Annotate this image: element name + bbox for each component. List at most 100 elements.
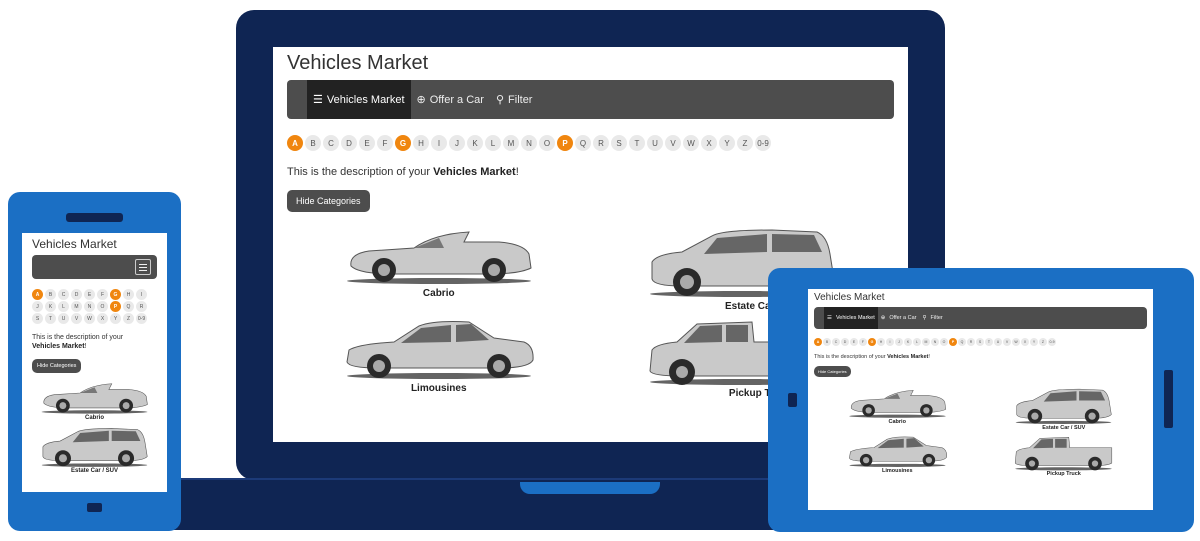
alphabet-letter[interactable]: I: [431, 135, 447, 151]
alphabet-letter[interactable]: U: [647, 135, 663, 151]
alphabet-letter[interactable]: S: [611, 135, 627, 151]
nav-filter[interactable]: ⚲ Filter: [919, 307, 945, 329]
alphabet-letter[interactable]: B: [305, 135, 321, 151]
nav-vehicles-market[interactable]: ☰ Vehicles Market: [824, 307, 878, 329]
alphabet-letter[interactable]: N: [84, 301, 95, 312]
hamburger-menu-icon[interactable]: [135, 259, 151, 275]
alphabet-letter[interactable]: A: [814, 338, 822, 346]
category-limousines[interactable]: Limousines: [287, 316, 591, 399]
category-estate[interactable]: Estate Car / SUV: [32, 425, 157, 474]
alphabet-letter[interactable]: H: [123, 289, 134, 300]
alphabet-letter[interactable]: B: [823, 338, 831, 346]
category-cabrio[interactable]: Cabrio: [287, 224, 591, 312]
alphabet-letter[interactable]: D: [341, 135, 357, 151]
alphabet-letter[interactable]: H: [413, 135, 429, 151]
alphabet-letter[interactable]: A: [287, 135, 303, 151]
alphabet-letter[interactable]: C: [323, 135, 339, 151]
alphabet-letter[interactable]: O: [97, 301, 108, 312]
alphabet-letter[interactable]: P: [110, 301, 121, 312]
hide-categories-button[interactable]: Hide Categories: [32, 359, 82, 374]
nav-offer-car[interactable]: ⊕ Offer a Car: [411, 80, 490, 119]
alphabet-letter[interactable]: C: [58, 289, 69, 300]
alphabet-letter[interactable]: L: [485, 135, 501, 151]
alphabet-letter[interactable]: K: [467, 135, 483, 151]
alphabet-letter[interactable]: 0-9: [755, 135, 771, 151]
alphabet-letter[interactable]: K: [904, 338, 912, 346]
category-pickup[interactable]: Pickup Truck: [981, 434, 1148, 477]
alphabet-letter[interactable]: U: [994, 338, 1002, 346]
alphabet-letter[interactable]: M: [503, 135, 519, 151]
alphabet-letter[interactable]: B: [45, 289, 56, 300]
alphabet-letter[interactable]: Y: [110, 313, 121, 324]
alphabet-letter[interactable]: R: [967, 338, 975, 346]
alphabet-letter[interactable]: G: [395, 135, 411, 151]
hide-categories-button[interactable]: Hide Categories: [287, 190, 370, 212]
alphabet-letter[interactable]: X: [97, 313, 108, 324]
alphabet-letter[interactable]: T: [45, 313, 56, 324]
alphabet-letter[interactable]: Q: [575, 135, 591, 151]
alphabet-letter[interactable]: Z: [737, 135, 753, 151]
alphabet-letter[interactable]: L: [58, 301, 69, 312]
alphabet-letter[interactable]: F: [859, 338, 867, 346]
alphabet-letter[interactable]: Q: [958, 338, 966, 346]
category-cabrio[interactable]: Cabrio: [32, 379, 157, 421]
alphabet-letter[interactable]: W: [683, 135, 699, 151]
alphabet-letter[interactable]: T: [629, 135, 645, 151]
alphabet-letter[interactable]: J: [449, 135, 465, 151]
alphabet-letter[interactable]: C: [832, 338, 840, 346]
alphabet-letter[interactable]: K: [45, 301, 56, 312]
alphabet-letter[interactable]: E: [850, 338, 858, 346]
alphabet-letter[interactable]: U: [58, 313, 69, 324]
alphabet-letter[interactable]: X: [701, 135, 717, 151]
alphabet-letter[interactable]: S: [32, 313, 43, 324]
alphabet-letter[interactable]: O: [539, 135, 555, 151]
alphabet-letter[interactable]: Q: [123, 301, 134, 312]
alphabet-letter[interactable]: Y: [1030, 338, 1038, 346]
alphabet-letter[interactable]: T: [985, 338, 993, 346]
category-cabrio[interactable]: Cabrio: [814, 386, 981, 431]
alphabet-letter[interactable]: F: [97, 289, 108, 300]
nav-vehicles-market[interactable]: ☰ Vehicles Market: [307, 80, 411, 119]
alphabet-letter[interactable]: E: [359, 135, 375, 151]
alphabet-letter[interactable]: J: [32, 301, 43, 312]
category-label: Limousines: [881, 468, 913, 474]
alphabet-letter[interactable]: Y: [719, 135, 735, 151]
nav-filter[interactable]: ⚲ Filter: [490, 80, 539, 119]
alphabet-letter[interactable]: 0-9: [1048, 338, 1056, 346]
alphabet-letter[interactable]: J: [895, 338, 903, 346]
alphabet-letter[interactable]: M: [922, 338, 930, 346]
alphabet-letter[interactable]: P: [949, 338, 957, 346]
nav-offer-car[interactable]: ⊕ Offer a Car: [878, 307, 920, 329]
alphabet-letter[interactable]: P: [557, 135, 573, 151]
alphabet-letter[interactable]: A: [32, 289, 43, 300]
alphabet-letter[interactable]: Z: [123, 313, 134, 324]
alphabet-letter[interactable]: D: [71, 289, 82, 300]
alphabet-letter[interactable]: M: [71, 301, 82, 312]
alphabet-letter[interactable]: H: [877, 338, 885, 346]
alphabet-letter[interactable]: N: [521, 135, 537, 151]
alphabet-letter[interactable]: D: [841, 338, 849, 346]
alphabet-letter[interactable]: Z: [1039, 338, 1047, 346]
alphabet-letter[interactable]: R: [593, 135, 609, 151]
alphabet-letter[interactable]: I: [886, 338, 894, 346]
alphabet-letter[interactable]: R: [136, 301, 147, 312]
alphabet-letter[interactable]: 0-9: [136, 313, 147, 324]
alphabet-letter[interactable]: V: [71, 313, 82, 324]
alphabet-letter[interactable]: W: [84, 313, 95, 324]
category-estate[interactable]: Estate Car / SUV: [981, 386, 1148, 431]
alphabet-letter[interactable]: W: [1012, 338, 1020, 346]
alphabet-letter[interactable]: G: [868, 338, 876, 346]
alphabet-letter[interactable]: V: [1003, 338, 1011, 346]
alphabet-letter[interactable]: G: [110, 289, 121, 300]
alphabet-letter[interactable]: N: [931, 338, 939, 346]
alphabet-letter[interactable]: E: [84, 289, 95, 300]
alphabet-letter[interactable]: V: [665, 135, 681, 151]
alphabet-letter[interactable]: L: [913, 338, 921, 346]
alphabet-letter[interactable]: O: [940, 338, 948, 346]
alphabet-letter[interactable]: S: [976, 338, 984, 346]
hide-categories-button[interactable]: Hide Categories: [814, 366, 851, 377]
alphabet-letter[interactable]: X: [1021, 338, 1029, 346]
category-limousines[interactable]: Limousines: [814, 434, 981, 477]
alphabet-letter[interactable]: F: [377, 135, 393, 151]
alphabet-letter[interactable]: I: [136, 289, 147, 300]
